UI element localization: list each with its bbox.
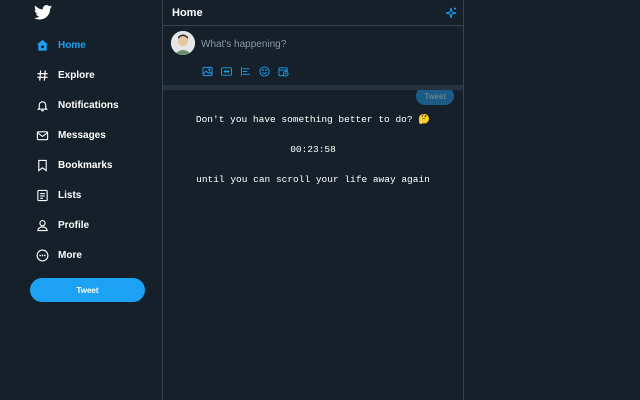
gif-icon[interactable]	[219, 64, 233, 78]
sidebar: Home Explore Notifications Messages Book…	[0, 0, 162, 400]
sidebar-item-label: Home	[58, 39, 86, 51]
sidebar-item-label: More	[58, 249, 82, 261]
sidebar-nav: Home Explore Notifications Messages Book…	[0, 30, 162, 270]
sidebar-tweet-button[interactable]: Tweet	[30, 278, 145, 302]
sidebar-item-label: Explore	[58, 69, 95, 81]
sidebar-item-notifications[interactable]: Notifications	[0, 90, 162, 120]
compose-divider	[163, 85, 463, 90]
compose-input[interactable]	[201, 36, 421, 52]
sidebar-item-lists[interactable]: Lists	[0, 180, 162, 210]
sidebar-item-label: Notifications	[58, 99, 119, 111]
sidebar-item-more[interactable]: More	[0, 240, 162, 270]
bell-icon	[34, 97, 50, 113]
list-icon	[34, 187, 50, 203]
poll-icon[interactable]	[238, 64, 252, 78]
sparkle-icon[interactable]	[445, 6, 457, 19]
bookmark-icon	[34, 157, 50, 173]
message-text: Don't you have something better to do? 🤔	[195, 114, 431, 125]
main-timeline: Home Tweet	[162, 0, 464, 400]
sidebar-item-profile[interactable]: Profile	[0, 210, 162, 240]
sidebar-item-label: Messages	[58, 129, 106, 141]
schedule-icon[interactable]	[276, 64, 290, 78]
page-title: Home	[172, 7, 203, 19]
avatar[interactable]	[171, 31, 195, 55]
message-subtext: until you can scroll your life away agai…	[196, 174, 430, 185]
sidebar-item-label: Lists	[58, 189, 82, 201]
twitter-logo-icon[interactable]	[34, 5, 52, 20]
sidebar-item-home[interactable]: Home	[0, 30, 162, 60]
emoji-icon[interactable]	[257, 64, 271, 78]
home-icon	[34, 37, 50, 53]
image-icon[interactable]	[200, 64, 214, 78]
sidebar-item-explore[interactable]: Explore	[0, 60, 162, 90]
hashtag-icon	[34, 67, 50, 83]
sidebar-item-label: Bookmarks	[58, 159, 113, 171]
mail-icon	[34, 127, 50, 143]
sidebar-item-messages[interactable]: Messages	[0, 120, 162, 150]
sidebar-item-label: Profile	[58, 219, 90, 231]
blocker-message: Don't you have something better to do? 🤔…	[163, 110, 463, 200]
person-icon	[34, 217, 50, 233]
countdown-timer: 00:23:58	[290, 144, 336, 155]
compose-box: Tweet	[163, 26, 463, 105]
timeline-header: Home	[163, 0, 463, 26]
sidebar-item-bookmarks[interactable]: Bookmarks	[0, 150, 162, 180]
compose-toolbar	[200, 64, 295, 78]
more-icon	[34, 247, 50, 263]
